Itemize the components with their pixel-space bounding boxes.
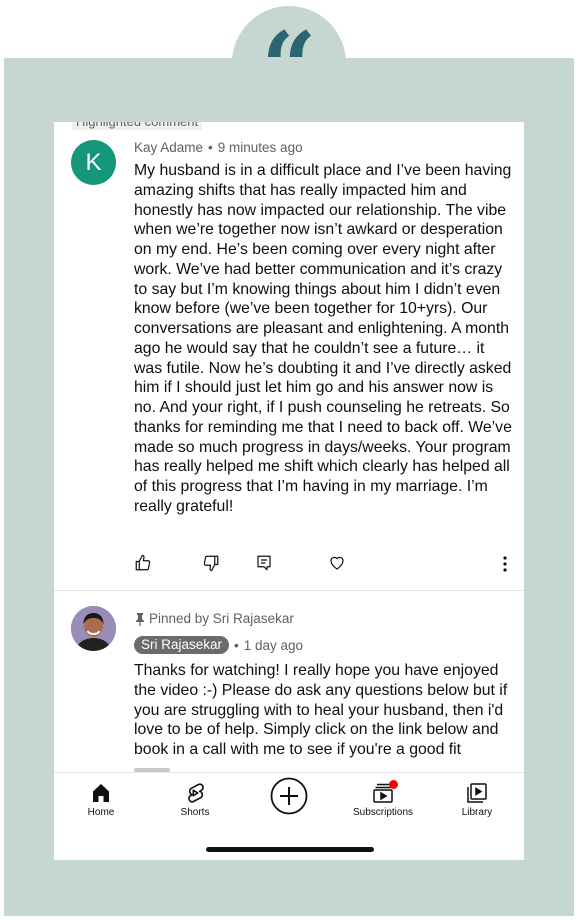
pin-icon [134, 612, 146, 626]
shorts-icon [183, 781, 207, 805]
notification-dot [389, 780, 398, 789]
pinned-indicator: Pinned by Sri Rajasekar [134, 610, 294, 628]
author-badge[interactable]: Sri Rajasekar [134, 636, 230, 654]
nav-label-shorts: Shorts [180, 807, 210, 818]
nav-label-library: Library [461, 807, 493, 818]
highlighted-comment-label: Highlighted comment [72, 122, 203, 130]
comment-author[interactable]: Kay Adame [134, 140, 203, 155]
nav-subscriptions[interactable]: Subscriptions [336, 773, 430, 833]
comment-time[interactable]: 1 day ago [244, 638, 303, 653]
nav-library[interactable]: Library [430, 773, 524, 833]
pinned-label: Pinned by Sri Rajasekar [149, 611, 294, 626]
avatar-letter: K [85, 149, 102, 176]
library-icon [465, 781, 489, 805]
phone-screen: Highlighted comment K Kay Adame • 9 minute… [54, 122, 524, 860]
heart-icon[interactable] [328, 554, 346, 572]
meta-separator: • [234, 637, 239, 653]
avatar[interactable]: K [71, 140, 116, 185]
pinned-comment-text: Thanks for watching! I really hope you h… [134, 662, 508, 758]
nav-home[interactable]: Home [54, 773, 148, 833]
reply-icon[interactable] [255, 554, 273, 572]
quote-mark-icon: “ [261, 11, 317, 124]
comment-text: My husband is in a difficult place and I… [134, 162, 512, 515]
home-indicator[interactable] [206, 847, 374, 852]
meta-separator: • [208, 140, 213, 155]
pinned-meta: Sri Rajasekar • 1 day ago [134, 636, 303, 654]
comment-actions [134, 554, 509, 574]
nav-label-subscriptions: Subscriptions [352, 807, 414, 818]
dislike-icon[interactable] [202, 554, 220, 572]
more-vertical-icon[interactable] [495, 554, 515, 574]
comment-divider [54, 590, 524, 591]
subscriptions-icon [371, 780, 398, 805]
comment-meta: Kay Adame • 9 minutes ago [134, 139, 303, 157]
nav-shorts[interactable]: Shorts [148, 773, 242, 833]
comment-time[interactable]: 9 minutes ago [218, 140, 303, 155]
create-plus-icon[interactable] [270, 777, 308, 815]
home-icon [89, 781, 113, 805]
like-icon[interactable] [134, 554, 152, 572]
read-more-peek [134, 764, 214, 772]
nav-label-home: Home [87, 807, 115, 818]
avatar[interactable] [71, 606, 116, 651]
